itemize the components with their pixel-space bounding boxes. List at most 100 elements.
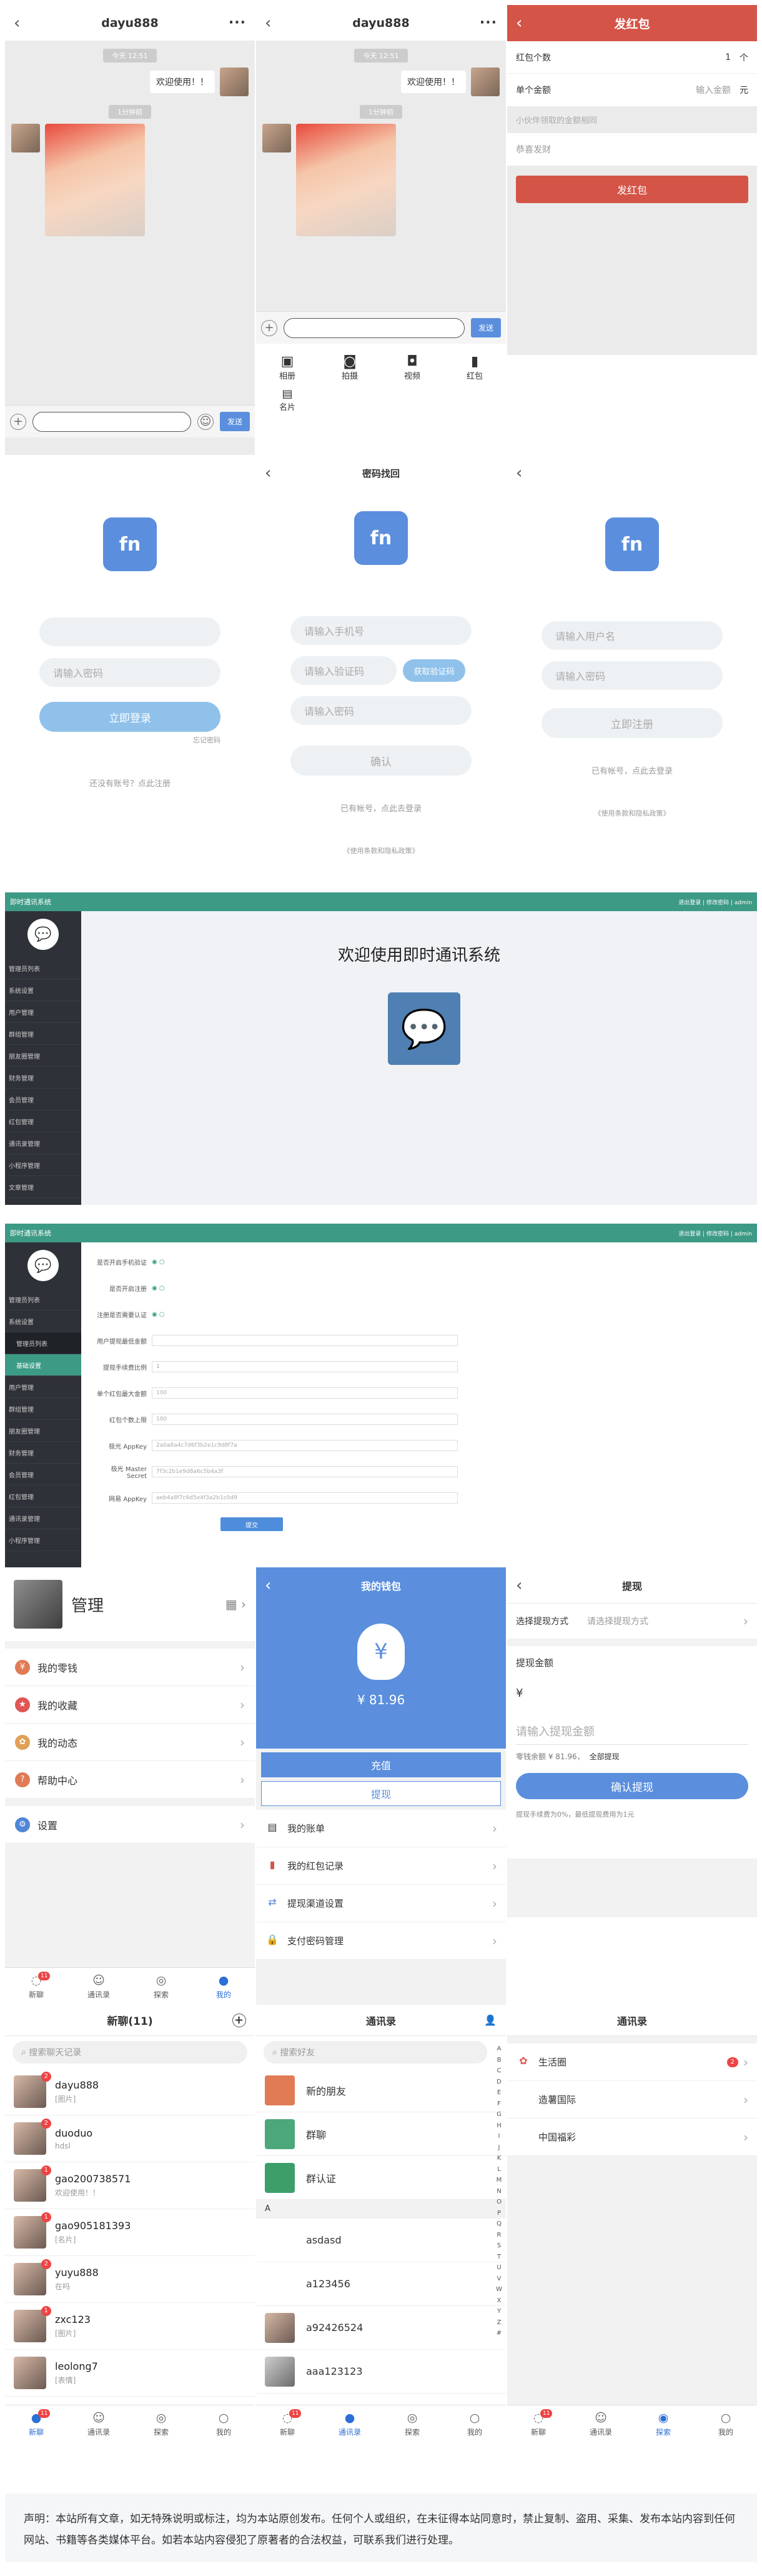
- back-icon[interactable]: ‹: [516, 14, 522, 32]
- chat-row[interactable]: 1 gao200738571 欢迎使用！！: [5, 2162, 255, 2209]
- sidebar-item[interactable]: 管理员列表: [5, 1289, 81, 1310]
- password-input[interactable]: 请输入密码: [290, 696, 472, 725]
- contact-new-friends[interactable]: 新的朋友: [256, 2069, 506, 2112]
- alphabet-index[interactable]: A B C D E F G H I J K L M N O P Q R S T U V W X Y Z #: [495, 2044, 503, 2339]
- withdraw-button[interactable]: 提现: [261, 1781, 501, 1806]
- chat-row[interactable]: 2 duoduo hdsl: [5, 2115, 255, 2162]
- tab-me[interactable]: ○ 我的: [192, 2405, 255, 2442]
- tool-album[interactable]: ▣ 相册: [256, 354, 319, 381]
- add-icon[interactable]: +: [232, 2013, 246, 2027]
- contact-row[interactable]: asdasd: [256, 2219, 506, 2262]
- alphabet-index-letter[interactable]: F: [495, 2099, 503, 2110]
- alphabet-index-letter[interactable]: C: [495, 2065, 503, 2077]
- alphabet-index-letter[interactable]: W: [495, 2284, 503, 2295]
- chat-row[interactable]: 2 dayu888 [图片]: [5, 2069, 255, 2115]
- submit-button[interactable]: 提交: [220, 1517, 283, 1531]
- chat-row[interactable]: 2 yuyu888 在吗: [5, 2256, 255, 2303]
- tab-me[interactable]: ○ 我的: [443, 2405, 506, 2442]
- terms-link[interactable]: 《使用条款和隐私政策》: [507, 808, 757, 818]
- phone-input[interactable]: 请输入手机号: [290, 616, 472, 645]
- confirm-withdraw-button[interactable]: 确认提现: [516, 1773, 748, 1799]
- tab-news[interactable]: ◌ 新聊 11: [256, 2405, 319, 2442]
- alphabet-index-letter[interactable]: V: [495, 2274, 503, 2285]
- menu-settings[interactable]: ⚙ 设置 ›: [5, 1806, 255, 1844]
- login-button[interactable]: 立即登录: [39, 702, 220, 732]
- radio-icon[interactable]: ◉ ○: [152, 1311, 165, 1318]
- tab-me[interactable]: ○ 我的: [695, 2405, 757, 2442]
- tab-explore[interactable]: ◉ 探索: [632, 2405, 695, 2442]
- alphabet-index-letter[interactable]: H: [495, 2120, 503, 2132]
- tab-explore[interactable]: ◎ 探索: [381, 2405, 443, 2442]
- alphabet-index-letter[interactable]: R: [495, 2230, 503, 2241]
- sidebar-item[interactable]: 红包管理: [5, 1485, 81, 1507]
- message-input[interactable]: [284, 317, 465, 338]
- form-input[interactable]: 2a0a8a4c7d6f3b2e1c9d8f7a: [152, 1440, 458, 1451]
- form-input[interactable]: 1: [152, 1361, 458, 1372]
- alphabet-index-letter[interactable]: N: [495, 2186, 503, 2197]
- radio-icon[interactable]: ◉ ○: [152, 1259, 165, 1266]
- tool-redpacket[interactable]: ▮ 红包: [443, 354, 506, 381]
- sidebar-item[interactable]: 群组管理: [5, 1023, 81, 1045]
- sidebar-subitem[interactable]: 管理员列表: [5, 1332, 81, 1354]
- alphabet-index-letter[interactable]: Z: [495, 2317, 503, 2329]
- send-button[interactable]: 发送: [470, 318, 501, 337]
- contact-row[interactable]: a123456: [256, 2262, 506, 2306]
- tab-explore[interactable]: ◎ 探索: [130, 2405, 192, 2442]
- alphabet-index-letter[interactable]: K: [495, 2153, 503, 2164]
- count-value[interactable]: 1: [725, 52, 731, 62]
- profile-card[interactable]: 管理 ▦ ›: [5, 1567, 255, 1641]
- tab-contacts[interactable]: ☺ 通讯录: [67, 1968, 130, 2005]
- search-input[interactable]: ⌕ 搜索好友: [264, 2041, 487, 2064]
- wallet-menu-bills[interactable]: ▤ 我的账单 ›: [256, 1810, 506, 1847]
- emoji-icon[interactable]: ☺: [197, 413, 214, 430]
- tab-explore[interactable]: ◎ 探索: [130, 1968, 192, 2005]
- alphabet-index-letter[interactable]: S: [495, 2240, 503, 2252]
- sidebar-item[interactable]: 会员管理: [5, 1464, 81, 1485]
- alphabet-index-letter[interactable]: Y: [495, 2306, 503, 2317]
- add-icon[interactable]: +: [261, 319, 277, 336]
- form-input[interactable]: [152, 1335, 458, 1346]
- sidebar-item[interactable]: 文章管理: [5, 1176, 81, 1198]
- wallet-menu-redpackets[interactable]: ▮ 我的红包记录 ›: [256, 1847, 506, 1885]
- amount-input[interactable]: 请输入提现金额: [516, 1717, 748, 1745]
- password-input[interactable]: 请输入密码: [542, 661, 723, 690]
- sidebar-item[interactable]: 通讯录管理: [5, 1132, 81, 1154]
- alphabet-index-letter[interactable]: P: [495, 2208, 503, 2219]
- alphabet-index-letter[interactable]: A: [495, 2044, 503, 2055]
- tab-me[interactable]: ● 我的: [192, 1968, 255, 2005]
- alphabet-index-letter[interactable]: O: [495, 2197, 503, 2208]
- greeting-input[interactable]: 恭喜发财: [507, 133, 757, 166]
- login-link[interactable]: 已有帐号，点此去登录: [256, 802, 506, 814]
- add-friend-icon[interactable]: 👤: [484, 2014, 497, 2026]
- alphabet-index-letter[interactable]: T: [495, 2252, 503, 2263]
- alphabet-index-letter[interactable]: J: [495, 2142, 503, 2154]
- tab-contacts[interactable]: ☺ 通讯录: [570, 2405, 632, 2442]
- confirm-button[interactable]: 确认: [290, 746, 472, 776]
- admin-user-menu[interactable]: 退出登录 | 修改密码 | admin: [678, 1229, 752, 1237]
- tab-contacts[interactable]: ● 通讯录: [319, 2405, 381, 2442]
- form-input[interactable]: 100: [152, 1387, 458, 1399]
- sidebar-item[interactable]: 财务管理: [5, 1067, 81, 1089]
- tool-video[interactable]: ◘ 视频: [381, 354, 443, 381]
- sidebar-item[interactable]: 朋友圈管理: [5, 1045, 81, 1067]
- avatar[interactable]: [262, 124, 291, 152]
- terms-link[interactable]: 《使用条款和隐私政策》: [256, 846, 506, 856]
- tab-news[interactable]: ● 新聊 11: [5, 2405, 67, 2442]
- send-button[interactable]: 发送: [219, 412, 250, 431]
- contact-row[interactable]: aaa123123: [256, 2350, 506, 2394]
- username-input[interactable]: [39, 617, 220, 646]
- tab-contacts[interactable]: ☺ 通讯录: [67, 2405, 130, 2442]
- sidebar-item[interactable]: 系统设置: [5, 1310, 81, 1332]
- sidebar-item[interactable]: 系统设置: [5, 979, 81, 1001]
- alphabet-index-letter[interactable]: E: [495, 2087, 503, 2099]
- sidebar-item[interactable]: 红包管理: [5, 1111, 81, 1132]
- menu-help[interactable]: ? 帮助中心 ›: [5, 1761, 255, 1799]
- back-icon[interactable]: ‹: [516, 464, 522, 482]
- tool-card[interactable]: ▤ 名片: [256, 387, 319, 412]
- alphabet-index-letter[interactable]: L: [495, 2164, 503, 2175]
- alphabet-index-letter[interactable]: U: [495, 2262, 503, 2274]
- avatar[interactable]: [220, 67, 249, 96]
- contact-groups[interactable]: 群聊: [256, 2112, 506, 2156]
- avatar[interactable]: [11, 124, 40, 152]
- more-icon[interactable]: ···: [229, 15, 246, 31]
